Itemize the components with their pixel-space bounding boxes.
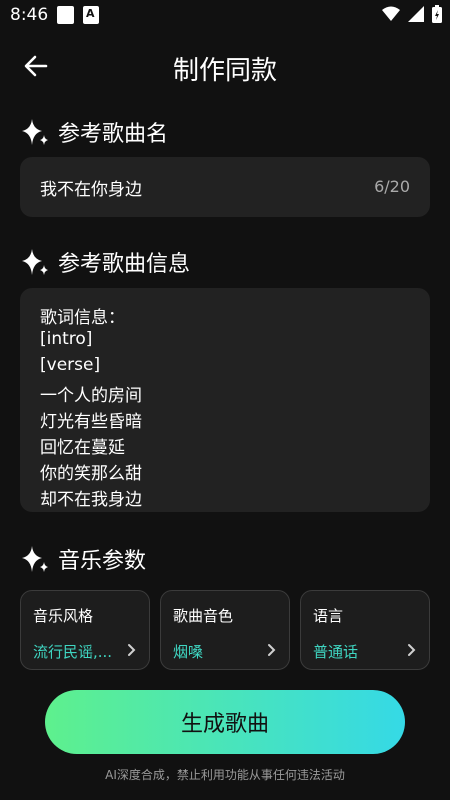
song-name-input[interactable]: 我不在你身边 6/20 bbox=[20, 157, 430, 217]
param-value: 烟嗓 bbox=[173, 643, 204, 661]
param-language[interactable]: 语言 普通话 bbox=[300, 590, 430, 670]
lyrics-line: 回忆在蔓延 bbox=[40, 438, 125, 458]
signal-icon bbox=[408, 6, 424, 22]
wifi-icon bbox=[382, 6, 400, 21]
sparkle-icon bbox=[22, 119, 48, 145]
battery-icon bbox=[432, 5, 442, 23]
chevron-right-icon bbox=[408, 644, 416, 656]
section-title-song-name: 参考歌曲名 bbox=[58, 122, 169, 147]
generate-song-label: 生成歌曲 bbox=[180, 712, 269, 737]
param-music-style[interactable]: 音乐风格 流行民谣,... bbox=[20, 590, 150, 670]
param-label: 语言 bbox=[313, 607, 344, 625]
system-icons bbox=[382, 5, 442, 23]
lyrics-line: 却不在我身边 bbox=[40, 490, 142, 510]
chevron-right-icon bbox=[128, 644, 136, 656]
song-name-value[interactable]: 我不在你身边 bbox=[40, 175, 142, 200]
app-notification-icon bbox=[83, 6, 99, 24]
lyrics-line: 一个人的房间 bbox=[40, 386, 142, 406]
param-label: 音乐风格 bbox=[33, 607, 94, 625]
char-counter: 6/20 bbox=[374, 177, 410, 196]
section-song-info: 参考歌曲信息 bbox=[20, 246, 190, 278]
status-time: 8:46 bbox=[10, 5, 49, 25]
lyrics-line: 歌词信息： bbox=[40, 308, 125, 328]
param-label: 歌曲音色 bbox=[173, 607, 234, 625]
lyrics-line: [intro] bbox=[40, 329, 93, 349]
chevron-right-icon bbox=[268, 644, 276, 656]
sparkle-icon bbox=[22, 546, 48, 572]
section-title-song-info: 参考歌曲信息 bbox=[58, 252, 191, 277]
disclaimer-text: AI深度合成，禁止利用功能从事任何违法活动 bbox=[105, 768, 345, 782]
status-bar: 8:46 bbox=[0, 0, 450, 30]
param-value: 流行民谣,... bbox=[33, 643, 113, 661]
lyrics-line: 你的笑那么甜 bbox=[40, 464, 142, 484]
notification-icon bbox=[57, 6, 74, 24]
section-song-name: 参考歌曲名 bbox=[20, 116, 168, 148]
param-voice-timbre[interactable]: 歌曲音色 烟嗓 bbox=[160, 590, 290, 670]
generate-song-button[interactable]: 生成歌曲 bbox=[45, 690, 405, 754]
param-value: 普通话 bbox=[313, 643, 359, 661]
page-title: 制作同款 bbox=[172, 56, 277, 86]
section-title-music-params: 音乐参数 bbox=[58, 549, 147, 574]
lyrics-line: [verse] bbox=[40, 355, 101, 375]
section-music-params: 音乐参数 bbox=[20, 543, 146, 575]
lyrics-textarea[interactable]: 歌词信息： [intro] [verse] 一个人的房间 灯光有些昏暗 回忆在蔓… bbox=[20, 288, 430, 512]
app-header: 制作同款 bbox=[0, 40, 450, 92]
lyrics-line: 灯光有些昏暗 bbox=[40, 412, 142, 432]
sparkle-icon bbox=[22, 249, 48, 275]
